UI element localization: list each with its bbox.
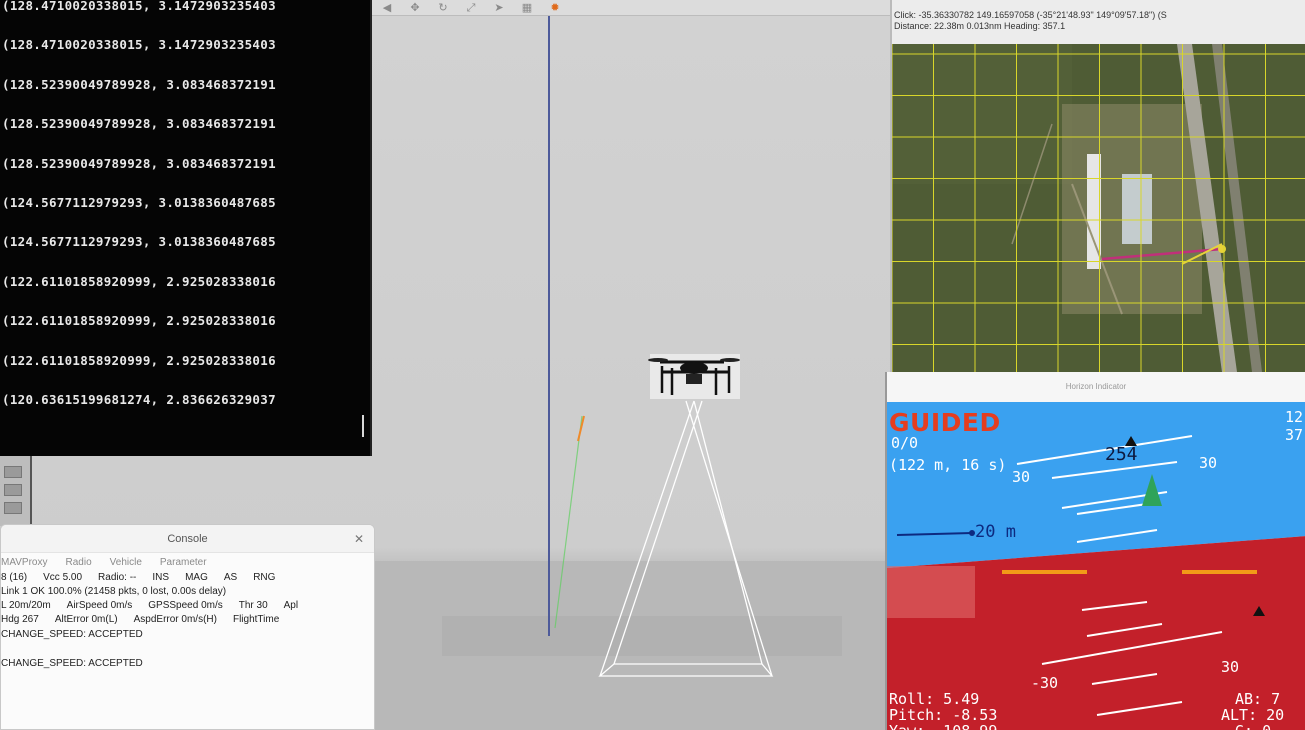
console-message: CHANGE_SPEED: ACCEPTED	[1, 658, 143, 669]
panel-button[interactable]	[4, 502, 22, 514]
hud-titlebar[interactable]: Horizon Indicator	[887, 372, 1305, 402]
status-row-system: 8 (16) Vcc 5.00 Radio: -- INS MAG AS RNG	[1, 571, 374, 585]
map-click-coords: Click: -35.36330782 149.16597058 (-35°21…	[894, 10, 1167, 20]
flight-mode: GUIDED	[889, 408, 1001, 437]
scale-tool-icon[interactable]: ⤢	[464, 1, 478, 14]
terminal-line: (120.63615199681274, 2.836626329037	[2, 391, 276, 407]
status-link: Link 1 OK 100.0% (21458 pkts, 0 lost, 0.…	[1, 586, 227, 597]
pointer-tool-icon[interactable]: ➤	[492, 1, 506, 14]
altitude-tape	[887, 566, 975, 618]
terminal-window[interactable]: (128.4710020338015, 3.1472903235403 (128…	[0, 0, 372, 456]
terminal-line: (122.61101858920999, 2.925028338016	[2, 273, 276, 289]
status-rng: RNG	[253, 572, 276, 583]
status-radio: Radio: --	[98, 572, 137, 583]
pitch-label: 30	[1221, 658, 1239, 676]
status-heading: Hdg 267	[1, 614, 39, 625]
horizon-indicator-window[interactable]: Horizon Indicator 30 30 -30 30 GUIDED 0/…	[885, 372, 1305, 730]
status-aspd-error: AspdError 0m/s(H)	[133, 614, 217, 625]
status-flight-time: FlightTime	[232, 614, 280, 625]
hud-top-right-value: 12	[1285, 408, 1304, 426]
grid-tool-icon[interactable]: ▦	[520, 1, 534, 14]
terminal-line: (124.5677112979293, 3.0138360487685	[2, 194, 276, 210]
terminal-cursor	[362, 415, 364, 437]
ground-shadow	[442, 616, 842, 656]
pitch-label: -30	[1031, 674, 1058, 692]
light-tool-icon[interactable]: ✹	[548, 1, 562, 14]
menu-radio[interactable]: Radio	[66, 557, 92, 571]
waypoint-counter: 0/0	[891, 434, 919, 452]
drone-model[interactable]	[648, 354, 740, 399]
console-menubar: MAVProxy Radio Vehicle Parameter	[1, 553, 374, 571]
rotate-tool-icon[interactable]: ↻	[436, 1, 450, 14]
terminal-line: (124.5677112979293, 3.0138360487685	[2, 234, 276, 250]
status-throttle: Thr 30	[238, 600, 268, 611]
pitch-label: 30	[1199, 454, 1217, 472]
hud-top-right-value: 37	[1285, 426, 1304, 444]
console-title: Console	[167, 533, 208, 545]
status-row-speed: L 20m/20m AirSpeed 0m/s GPSSpeed 0m/s Th…	[1, 599, 374, 613]
menu-vehicle[interactable]: Vehicle	[110, 557, 142, 571]
terminal-line: (128.52390049789928, 3.083468372191	[2, 76, 276, 92]
move-tool-icon[interactable]: ✥	[408, 1, 422, 14]
extra-readout: G: 0	[1235, 722, 1271, 730]
terminal-line: (128.52390049789928, 3.083468372191	[2, 155, 276, 171]
yaw-readout: Yaw: -108.99	[889, 722, 997, 730]
status-alt-error: AltError 0m(L)	[54, 614, 118, 625]
terminal-line: (122.61101858920999, 2.925028338016	[2, 313, 276, 329]
side-panel-stub	[0, 456, 32, 526]
heading-value: 254	[1105, 444, 1138, 465]
status-mag: MAG	[185, 572, 208, 583]
status-ins: INS	[152, 572, 170, 583]
panel-button[interactable]	[4, 466, 22, 478]
status-alt: L 20m/20m	[1, 600, 51, 611]
vehicle-marker[interactable]	[1218, 245, 1226, 253]
map-distance: Distance: 22.38m 0.013nm Heading: 357.1	[894, 21, 1066, 31]
arrow-tool-icon[interactable]: ◀	[380, 1, 394, 14]
console-titlebar[interactable]: Console ✕	[1, 525, 374, 553]
panel-button[interactable]	[4, 484, 22, 496]
altitude-marker: 20 m	[975, 522, 1016, 542]
hud-title: Horizon Indicator	[1065, 382, 1127, 391]
close-icon[interactable]: ✕	[354, 525, 364, 553]
map-window[interactable]: Click: -35.36330782 149.16597058 (-35°21…	[890, 0, 1305, 372]
status-vcc: Vcc 5.00	[43, 572, 83, 583]
status-row-heading: Hdg 267 AltError 0m(L) AspdError 0m/s(H)…	[1, 613, 374, 627]
terminal-output: (128.4710020338015, 3.1472903235403 (128…	[0, 0, 370, 419]
terminal-line: (128.4710020338015, 3.1472903235403	[2, 0, 276, 13]
waypoint-distance: (122 m, 16 s)	[889, 456, 1007, 474]
status-apl: Apl	[283, 600, 299, 611]
menu-parameter[interactable]: Parameter	[160, 557, 207, 571]
satellite-map[interactable]	[892, 44, 1305, 372]
terminal-line: (128.52390049789928, 3.083468372191	[2, 116, 276, 132]
simulation-scene[interactable]	[372, 16, 888, 730]
menu-mavproxy[interactable]: MAVProxy	[1, 557, 48, 571]
status-row-link: Link 1 OK 100.0% (21458 pkts, 0 lost, 0.…	[1, 585, 374, 599]
status-airspeed: AirSpeed 0m/s	[66, 600, 133, 611]
map-info-bar: Click: -35.36330782 149.16597058 (-35°21…	[892, 0, 1305, 44]
pitch-label: 30	[1012, 468, 1030, 486]
status-as: AS	[223, 572, 238, 583]
simulator-toolbar: ◀ ✥ ↻ ⤢ ➤ ▦ ✹	[372, 0, 892, 16]
console-window[interactable]: Console ✕ MAVProxy Radio Vehicle Paramet…	[0, 524, 375, 730]
console-message: CHANGE_SPEED: ACCEPTED	[1, 629, 143, 640]
terminal-line: (128.4710020338015, 3.1472903235403	[2, 37, 276, 53]
status-gpsspeed: GPSSpeed 0m/s	[148, 600, 223, 611]
terminal-line: (122.61101858920999, 2.925028338016	[2, 352, 276, 368]
artificial-horizon: 30 30 -30 30	[887, 402, 1305, 730]
status-gps: 8 (16)	[1, 572, 28, 583]
